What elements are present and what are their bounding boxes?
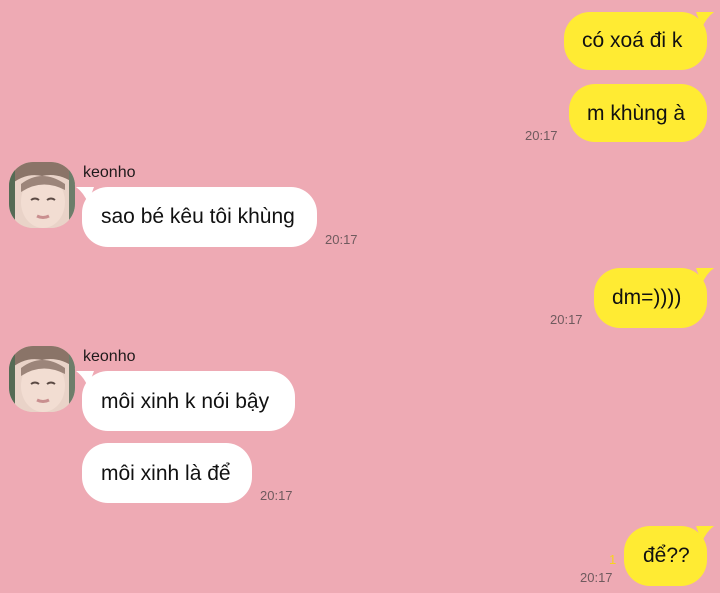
incoming-message-bubble[interactable]: môi xinh k nói bậy (82, 371, 295, 431)
chat-area: có xoá đi k m khùng à 20:17 keonho sao b… (0, 0, 720, 593)
avatar-face-icon (9, 162, 75, 228)
bubble-tail-icon (696, 12, 714, 28)
message-text: có xoá đi k (582, 29, 683, 52)
message-text: môi xinh k nói bậy (101, 390, 270, 413)
unread-count-badge: 1 (609, 552, 617, 567)
message-text: sao bé kêu tôi khùng (101, 205, 295, 228)
sender-name: keonho (83, 348, 136, 365)
sender-name: keonho (83, 164, 136, 181)
message-timestamp: 20:17 (550, 312, 583, 327)
message-text: m khùng à (587, 102, 686, 125)
avatar-face-icon (9, 346, 75, 412)
incoming-message-bubble[interactable]: môi xinh là để (82, 443, 252, 503)
message-timestamp: 20:17 (580, 570, 613, 585)
message-timestamp: 20:17 (260, 488, 293, 503)
outgoing-message-bubble[interactable]: có xoá đi k (564, 12, 707, 70)
contact-avatar[interactable] (9, 346, 75, 412)
bubble-tail-icon (696, 526, 714, 542)
bubble-tail-icon (696, 268, 714, 284)
outgoing-message-bubble[interactable]: để?? (624, 526, 707, 586)
message-text: môi xinh là để (101, 462, 231, 485)
message-timestamp: 20:17 (325, 232, 358, 247)
contact-avatar[interactable] (9, 162, 75, 228)
message-text: để?? (643, 544, 690, 567)
incoming-message-bubble[interactable]: sao bé kêu tôi khùng (82, 187, 317, 247)
outgoing-message-bubble[interactable]: m khùng à (569, 84, 707, 142)
outgoing-message-bubble[interactable]: dm=)))) (594, 268, 707, 328)
message-text: dm=)))) (612, 286, 682, 309)
message-timestamp: 20:17 (525, 128, 558, 143)
